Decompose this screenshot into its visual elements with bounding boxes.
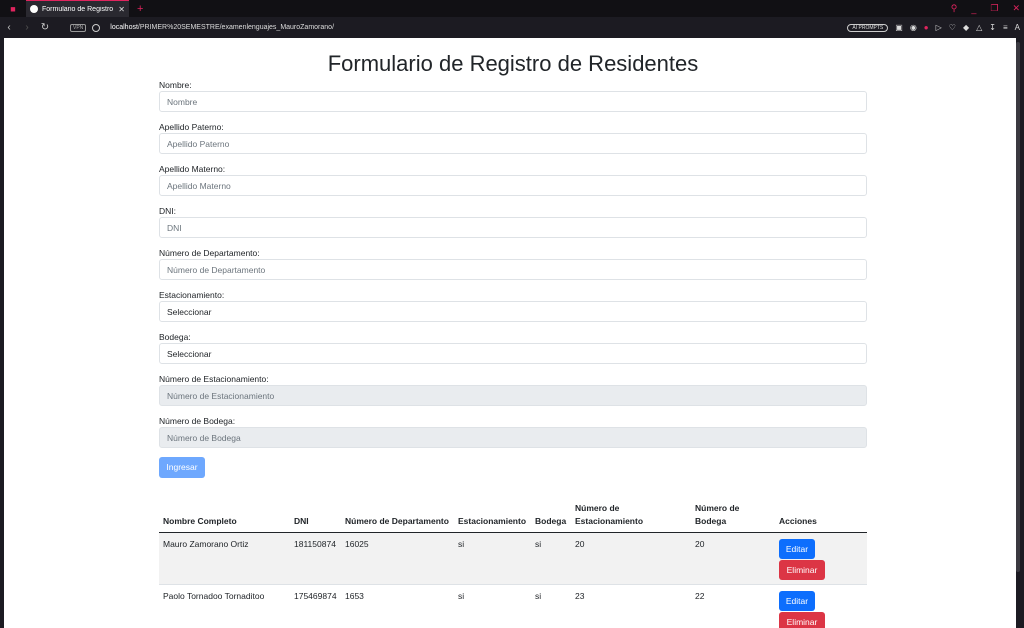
num-departamento-group: Número de Departamento: Número de Depart… <box>159 248 867 280</box>
header-estacionamiento: Estacionamiento <box>454 502 531 533</box>
site-favicon-icon <box>30 5 38 13</box>
close-window-icon[interactable]: ✕ <box>1012 3 1020 14</box>
browser-tab-bar: ■ Formulario de Registro de ✕ + ⚲ _ ❐ ✕ <box>0 0 1024 17</box>
num-estacionamiento-group: Número de Estacionamiento: Número de Est… <box>159 374 867 406</box>
menu-icon[interactable]: ≡ <box>1003 23 1008 32</box>
page-title: Formulario de Registro de Residentes <box>327 51 699 76</box>
nombre-group: Nombre: Nombre <box>159 80 867 112</box>
cell-acciones: Editar Eliminar <box>775 532 867 585</box>
cell-num-estacionamiento: 23 <box>571 584 691 628</box>
header-acciones: Acciones <box>775 502 867 533</box>
table-row: Mauro Zamorano Ortiz 181150874 16025 si … <box>159 532 867 585</box>
forward-icon[interactable]: › <box>18 22 36 33</box>
dni-input[interactable]: DNI <box>159 217 867 238</box>
estacionamiento-select[interactable]: Seleccionar <box>159 301 867 322</box>
send-icon[interactable]: ▷ <box>936 23 942 32</box>
cell-num-bodega: 22 <box>691 584 775 628</box>
cell-departamento: 16025 <box>341 532 454 585</box>
bodega-select[interactable]: Seleccionar <box>159 343 867 364</box>
cell-bodega: si <box>531 532 571 585</box>
residents-table: Nombre Completo DNI Número de Departamen… <box>159 502 867 628</box>
dni-label: DNI: <box>159 206 176 216</box>
cell-nombre: Mauro Zamorano Ortiz <box>159 532 290 585</box>
browser-tab[interactable]: Formulario de Registro de ✕ <box>26 0 129 17</box>
apellido-materno-group: Apellido Materno: Apellido Materno <box>159 164 867 196</box>
num-bodega-label: Número de Bodega: <box>159 416 236 426</box>
tab-title: Formulario de Registro de <box>42 5 114 13</box>
header-bodega: Bodega <box>531 502 571 533</box>
num-departamento-input[interactable]: Número de Departamento <box>159 259 867 280</box>
apellido-materno-label: Apellido Materno: <box>159 164 226 174</box>
table-row: Paolo Tornadoo Tornaditoo 175469874 1653… <box>159 584 867 628</box>
ai-prompts-button[interactable]: AI PROMPTS <box>847 23 889 32</box>
dni-group: DNI: DNI <box>159 206 867 238</box>
bodega-group: Bodega: Seleccionar <box>159 332 867 364</box>
nombre-input[interactable]: Nombre <box>159 91 867 112</box>
delete-button[interactable]: Eliminar <box>779 560 825 580</box>
cube-icon[interactable]: △ <box>976 23 982 32</box>
address-bar: ‹ › ↻ VPN localhost/PRIMER%20SEMESTRE/ex… <box>0 17 1024 38</box>
num-bodega-group: Número de Bodega: Número de Bodega <box>159 416 867 448</box>
reload-icon[interactable]: ↻ <box>36 22 54 33</box>
page-viewport: Formulario de Registro de Residentes Nom… <box>4 38 1020 628</box>
estacionamiento-group: Estacionamiento: Seleccionar <box>159 290 867 322</box>
image-icon[interactable]: ▣ <box>895 23 903 32</box>
cell-dni: 181150874 <box>290 532 341 585</box>
estacionamiento-label: Estacionamiento: <box>159 290 225 300</box>
header-num-estacionamiento: Número de Estacionamiento <box>571 502 691 533</box>
cell-estacionamiento: si <box>454 532 531 585</box>
gamepad-icon[interactable]: ■ <box>0 0 26 17</box>
back-icon[interactable]: ‹ <box>0 22 18 33</box>
cell-estacionamiento: si <box>454 584 531 628</box>
camera-icon[interactable]: ◉ <box>910 23 917 32</box>
apellido-paterno-label: Apellido Paterno: <box>159 122 224 132</box>
cell-dni: 175469874 <box>290 584 341 628</box>
maximize-icon[interactable]: ❐ <box>990 3 998 14</box>
cell-nombre: Paolo Tornadoo Tornaditoo <box>159 584 290 628</box>
heart-icon[interactable]: ♡ <box>949 23 956 32</box>
table-header-row: Nombre Completo DNI Número de Departamen… <box>159 502 867 533</box>
num-estacionamiento-input[interactable]: Número de Estacionamiento <box>159 385 867 406</box>
download-icon[interactable]: ↧ <box>989 23 996 32</box>
url-path: /PRIMER%20SEMESTRE/examenlenguajes_Mauro… <box>137 24 335 31</box>
header-departamento: Número de Departamento <box>341 502 454 533</box>
shield-icon[interactable]: ● <box>924 23 929 32</box>
header-nombre: Nombre Completo <box>159 502 290 533</box>
ingresar-button[interactable]: Ingresar <box>159 457 205 478</box>
scrollbar-thumb[interactable] <box>1016 42 1020 572</box>
extension-icon[interactable]: ◆ <box>963 23 969 32</box>
new-tab-icon[interactable]: + <box>137 3 143 15</box>
apellido-materno-input[interactable]: Apellido Materno <box>159 175 867 196</box>
minimize-icon[interactable]: _ <box>971 4 976 14</box>
profile-icon[interactable]: A <box>1015 23 1020 32</box>
num-estacionamiento-label: Número de Estacionamiento: <box>159 374 269 384</box>
cell-num-bodega: 20 <box>691 532 775 585</box>
header-num-bodega: Número de Bodega <box>691 502 775 533</box>
num-departamento-label: Número de Departamento: <box>159 248 260 258</box>
delete-button[interactable]: Eliminar <box>779 612 825 628</box>
form-container: Formulario de Registro de Residentes Nom… <box>159 38 867 628</box>
url-field[interactable]: localhost/PRIMER%20SEMESTRE/examenlengua… <box>110 24 334 31</box>
cell-bodega: si <box>531 584 571 628</box>
cell-departamento: 1653 <box>341 584 454 628</box>
cell-num-estacionamiento: 20 <box>571 532 691 585</box>
edit-button[interactable]: Editar <box>779 539 815 559</box>
search-icon[interactable]: ⚲ <box>951 3 958 14</box>
edit-button[interactable]: Editar <box>779 591 815 611</box>
num-bodega-input[interactable]: Número de Bodega <box>159 427 867 448</box>
close-tab-icon[interactable]: ✕ <box>118 5 125 14</box>
header-dni: DNI <box>290 502 341 533</box>
apellido-paterno-input[interactable]: Apellido Paterno <box>159 133 867 154</box>
site-info-icon[interactable] <box>92 23 101 32</box>
apellido-paterno-group: Apellido Paterno: Apellido Paterno <box>159 122 867 154</box>
cell-acciones: Editar Eliminar <box>775 584 867 628</box>
url-host: localhost <box>110 24 138 31</box>
nombre-label: Nombre: <box>159 80 192 90</box>
bodega-label: Bodega: <box>159 332 191 342</box>
vpn-badge[interactable]: VPN <box>70 23 87 32</box>
